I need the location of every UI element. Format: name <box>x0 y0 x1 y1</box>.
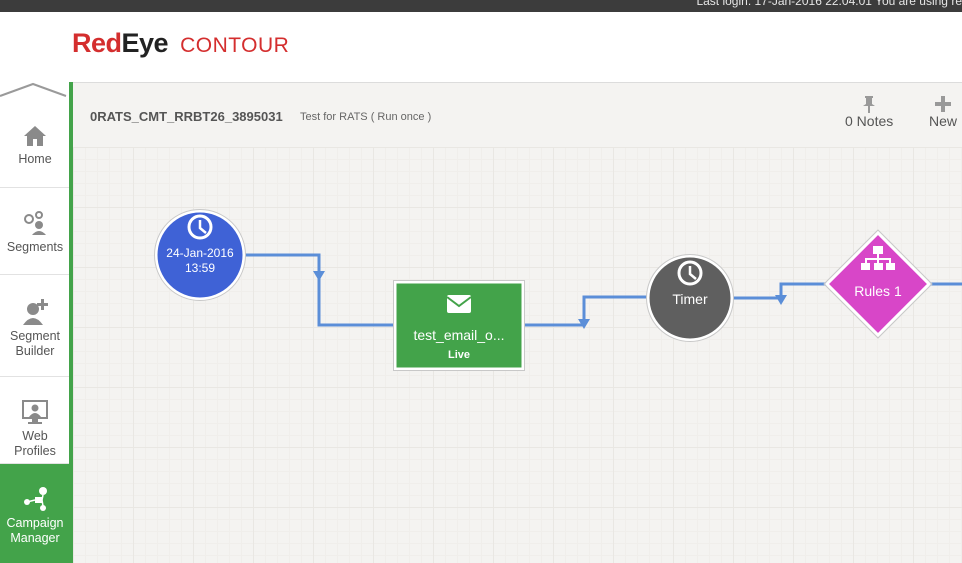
brand-logo: RedEye CONTOUR <box>72 28 289 62</box>
sidebar-item-label: Segments <box>6 240 64 254</box>
sidebar-item-label: Segment <box>9 329 61 343</box>
campaign-canvas[interactable]: 0RATS_CMT_RRBT26_3895031 Test for RATS (… <box>73 82 962 563</box>
start-date: 24-Jan-2016 <box>166 246 234 260</box>
segment-builder-icon <box>23 299 48 325</box>
sidebar-item-label: Manager <box>10 531 60 545</box>
sidebar-item-label: Home <box>18 152 52 166</box>
home-icon <box>24 126 46 146</box>
product-name: CONTOUR <box>180 34 290 57</box>
workflow-diagram: 24-Jan-2016 13:59 test_email_o... Live T… <box>154 209 962 371</box>
sidebar-nav: Home Segments Segment Builder Web Profil… <box>0 82 70 563</box>
sidebar-item-label: Builder <box>15 344 55 358</box>
start-time: 13:59 <box>185 261 215 275</box>
email-title: test_email_o... <box>413 327 504 343</box>
sidebar-collapse-caret[interactable] <box>0 82 70 102</box>
sidebar-item-home[interactable]: Home <box>0 104 70 188</box>
web-profiles-icon <box>22 400 48 424</box>
logo-wordmark: RedEye <box>72 28 169 58</box>
sidebar-item-campaign-manager[interactable]: Campaign Manager <box>0 464 70 563</box>
sidebar-item-segments[interactable]: Segments <box>0 188 70 275</box>
campaign-manager-icon <box>24 487 47 511</box>
last-login-text: Last login: 17-Jan-2016 22:04:01 You are… <box>696 0 962 8</box>
sidebar-item-label: Campaign <box>6 516 64 530</box>
rules-node[interactable]: Rules 1 <box>823 229 933 339</box>
timer-node[interactable]: Timer <box>646 254 734 342</box>
timer-label: Timer <box>672 291 708 307</box>
email-node[interactable]: test_email_o... Live <box>393 280 525 371</box>
top-status-bar: Last login: 17-Jan-2016 22:04:01 You are… <box>0 0 962 12</box>
sidebar-item-segment-builder[interactable]: Segment Builder <box>0 275 70 377</box>
sidebar-item-label: Web Profiles <box>14 429 56 458</box>
sidebar-item-web-profiles[interactable]: Web Profiles <box>0 377 70 464</box>
email-status: Live <box>448 349 470 361</box>
rules-label: Rules 1 <box>854 283 902 299</box>
segments-icon <box>24 211 46 235</box>
envelope-icon <box>446 295 472 313</box>
start-node[interactable]: 24-Jan-2016 13:59 <box>154 209 246 301</box>
